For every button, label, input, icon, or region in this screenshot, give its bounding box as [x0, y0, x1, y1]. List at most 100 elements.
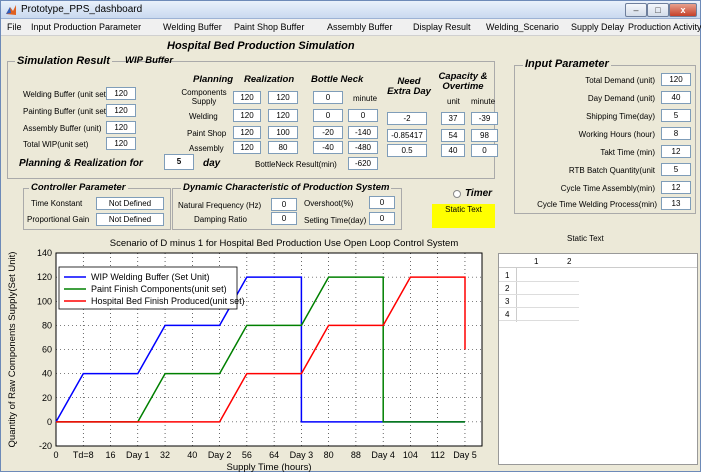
y-tick-label: 80 — [42, 320, 52, 330]
input-rtb-batch[interactable]: 5 — [661, 163, 691, 176]
natural-frequency-value: 0 — [271, 198, 297, 211]
planning-days-field[interactable]: 5 — [164, 154, 194, 170]
capacity-overtime-header: Capacity & Overtime — [438, 71, 488, 92]
input-cycle-assembly[interactable]: 12 — [661, 181, 691, 194]
table-row[interactable]: 1 — [499, 269, 579, 282]
table-row[interactable]: 2 — [499, 282, 579, 295]
minimize-button[interactable]: – — [625, 3, 647, 17]
controller-label-time-konstant: Time Konstant — [31, 199, 83, 208]
menu-welding-buffer[interactable]: Welding Buffer — [163, 22, 222, 32]
input-label-day-demand: Day Demand (unit) — [587, 94, 655, 103]
maximize-button[interactable]: □ — [647, 3, 669, 17]
static-text-label: Static Text — [567, 234, 604, 243]
table-row[interactable]: 3 — [499, 295, 579, 308]
x-tick-label: 80 — [324, 450, 334, 460]
x-tick-label: 64 — [269, 450, 279, 460]
input-day-demand[interactable]: 40 — [661, 91, 691, 104]
x-tick-label: Day 1 — [126, 450, 150, 460]
y-tick-label: 20 — [42, 393, 52, 403]
y-tick-label: 60 — [42, 345, 52, 355]
x-axis-label: Supply Time (hours) — [226, 462, 311, 473]
planning-welding: 120 — [233, 109, 261, 122]
x-tick-label: 40 — [187, 450, 197, 460]
input-shipping-time[interactable]: 5 — [661, 109, 691, 122]
input-label-rtb-batch: RTB Batch Quantity(unit — [568, 166, 655, 175]
y-tick-label: 120 — [37, 272, 52, 282]
bottleneck-minute-welding: 0 — [348, 109, 378, 122]
capacity-minute-assembly: 0 — [471, 144, 498, 157]
legend-label-0: WIP Welding Buffer (Set Unit) — [91, 272, 210, 282]
row-label-assembly: Assembly — [189, 144, 224, 153]
menu-production-activity[interactable]: Production Activity — [628, 22, 701, 32]
app-window: Prototype_PPS_dashboard – □ x File Input… — [0, 0, 701, 473]
chart-title: Scenario of D minus 1 for Hospital Bed P… — [110, 238, 459, 249]
input-label-shipping-time: Shipping Time(day) — [586, 112, 655, 121]
capacity-unit-paint-shop: 54 — [441, 129, 465, 142]
settling-time-label: Setling Time(day) — [304, 216, 367, 225]
table-row-label: 2 — [505, 284, 510, 293]
results-table[interactable]: 1 2 1 2 3 4 — [498, 253, 698, 465]
controller-label-proportional-gain: Proportional Gain — [27, 215, 90, 224]
capacity-minute-label: minute — [471, 97, 496, 106]
input-working-hours[interactable]: 8 — [661, 127, 691, 140]
y-tick-label: -20 — [39, 441, 52, 451]
capacity-unit-label: unit — [447, 97, 460, 106]
table-row-label: 4 — [505, 310, 510, 319]
legend-label-2: Hospital Bed Finish Produced(unit set) — [91, 296, 245, 306]
menu-file[interactable]: File — [7, 22, 22, 32]
wip-label-assembly: Assembly Buffer (unit) — [23, 124, 102, 133]
row-label-welding: Welding — [189, 112, 218, 121]
input-label-total-demand: Total Demand (unit) — [585, 76, 655, 85]
bottleneck-components-supply: 0 — [313, 91, 343, 104]
x-tick-label: Day 2 — [208, 450, 232, 460]
menu-assembly-buffer[interactable]: Assembly Buffer — [327, 22, 392, 32]
overshoot-value: 0 — [369, 196, 395, 209]
extra-day-paint-shop: -0.85417 — [387, 129, 427, 142]
x-tick-label: 112 — [431, 450, 445, 460]
proportional-gain-value: Not Defined — [96, 213, 164, 226]
close-button[interactable]: x — [669, 3, 697, 17]
menu-input-production-parameter[interactable]: Input Production Parameter — [31, 22, 141, 32]
planning-header: Planning — [193, 74, 234, 85]
menu-bar: File Input Production Parameter Welding … — [1, 19, 701, 36]
time-konstant-value: Not Defined — [96, 197, 164, 210]
x-tick-label: Day 3 — [290, 450, 314, 460]
input-takt-time[interactable]: 12 — [661, 145, 691, 158]
production-chart: 0 Td=8 16 Day 1 32 40 Day 2 56 64 Day 3 80 88 Day 4 1… — [7, 238, 483, 473]
wip-value-welding: 120 — [106, 87, 136, 100]
planning-paint-shop: 120 — [233, 126, 261, 139]
menu-welding-scenario[interactable]: Welding_Scenario — [486, 22, 559, 32]
menu-supply-delay[interactable]: Supply Delay — [571, 22, 624, 32]
x-tick-label: 56 — [242, 450, 252, 460]
planning-day-unit: day — [203, 158, 221, 169]
table-col-1: 1 — [534, 257, 539, 266]
timer-label: Timer — [465, 188, 493, 199]
table-row[interactable]: 4 — [499, 308, 579, 321]
table-header-row — [499, 254, 697, 268]
wip-value-assembly: 120 — [106, 121, 136, 134]
input-cycle-welding[interactable]: 13 — [661, 197, 691, 210]
bottleneck-minute-assembly: -480 — [348, 141, 378, 154]
extra-day-assembly: 0.5 — [387, 144, 427, 157]
menu-display-result[interactable]: Display Result — [413, 22, 471, 32]
bottleneck-assembly: -40 — [313, 141, 343, 154]
wip-label-painting: Painting Buffer (unit set) — [23, 107, 109, 116]
bottleneck-result-label: BottleNeck Result(min) — [255, 160, 337, 169]
capacity-unit-welding: 37 — [441, 112, 465, 125]
input-label-cycle-welding: Cycle Time Welding Process(min) — [537, 200, 657, 209]
wip-label-total: Total WIP(unit set) — [23, 140, 89, 149]
y-axis-label: Quantity of Raw Components Supply(Set Un… — [7, 252, 18, 448]
input-label-working-hours: Working Hours (hour) — [578, 130, 655, 139]
bottleneck-minute-label: minute — [353, 94, 378, 103]
timer-radio[interactable] — [453, 190, 461, 198]
bottleneck-minute-paint-shop: -140 — [348, 126, 378, 139]
x-tick-label: Day 4 — [371, 450, 395, 460]
capacity-minute-welding: -39 — [471, 112, 498, 125]
realization-assembly: 80 — [268, 141, 298, 154]
wip-buffer-title: WIP Buffer — [125, 55, 174, 66]
input-total-demand[interactable]: 120 — [661, 73, 691, 86]
menu-paint-shop-buffer[interactable]: Paint Shop Buffer — [234, 22, 304, 32]
wip-label-welding: Welding Buffer (unit set) — [23, 90, 109, 99]
bottleneck-welding: 0 — [313, 109, 343, 122]
table-row-label: 3 — [505, 297, 510, 306]
